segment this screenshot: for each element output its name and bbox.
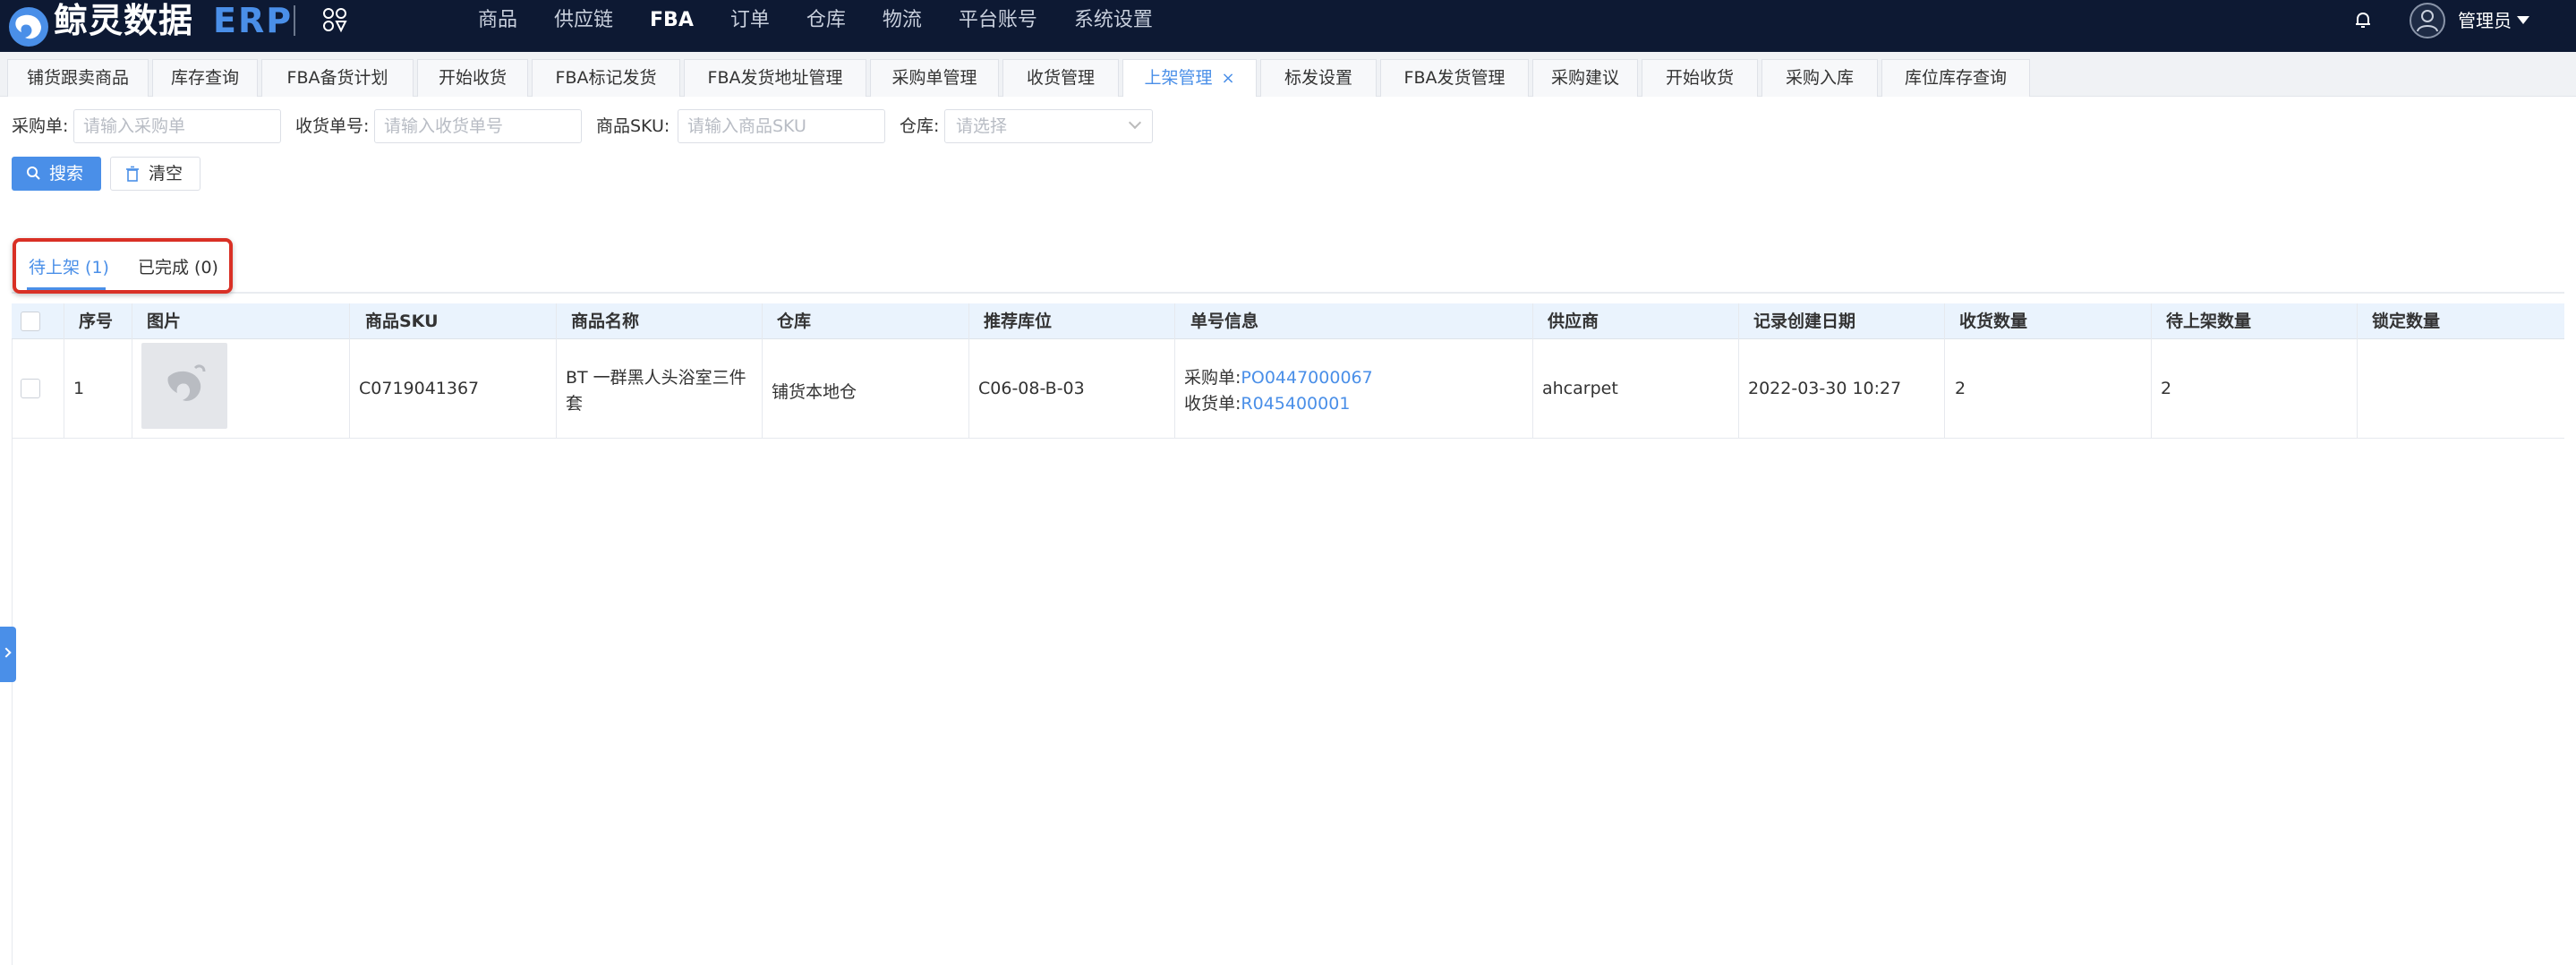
receipt-label: 收货单号:	[295, 116, 370, 136]
search-icon	[27, 167, 40, 180]
row-product-name-line1: BT 一群黑人头浴室三件	[566, 368, 746, 388]
po-input[interactable]	[73, 109, 281, 143]
table-row: 1 C0719041367 BT 一群黑人头浴室三件 套 铺货本地仓 C06-0…	[12, 339, 2564, 439]
tab-label-settings[interactable]: 标发设置	[1260, 59, 1377, 97]
clear-button-label: 清空	[149, 164, 183, 184]
sidebar-toggle[interactable]	[0, 627, 16, 682]
product-image-placeholder	[141, 343, 227, 429]
search-button[interactable]: 搜索	[12, 157, 101, 191]
po-label: 采购单:	[12, 116, 69, 136]
receipt-input[interactable]	[374, 109, 582, 143]
clear-button[interactable]: 清空	[110, 157, 200, 191]
tab-fba-address-mgmt[interactable]: FBA发货地址管理	[684, 59, 866, 97]
user-name[interactable]: 管理员	[2458, 0, 2512, 41]
col-index: 序号	[79, 312, 114, 331]
tab-inventory-query[interactable]: 库存查询	[152, 59, 258, 97]
tab-purchase-suggestions[interactable]: 采购建议	[1532, 59, 1638, 97]
row-product-name-line2: 套	[566, 394, 584, 414]
nav-item-orders[interactable]: 订单	[730, 0, 770, 41]
row-checkbox[interactable]	[21, 379, 40, 398]
main-nav: 商品 供应链 FBA 订单 仓库 物流 平台账号 系统设置	[478, 0, 1190, 41]
tab-location-inventory[interactable]: 库位库存查询	[1881, 59, 2030, 97]
top-navbar: 鲸灵数据 ERP 商品 供应链 FBA 订单 仓库 物流 平台账号 系统设置 管…	[0, 0, 2576, 52]
row-created-date: 2022-03-30 10:27	[1748, 379, 1902, 398]
nav-item-products[interactable]: 商品	[478, 0, 517, 41]
apps-icon[interactable]	[320, 5, 349, 34]
row-pending-qty: 2	[2161, 379, 2172, 398]
tab-po-mgmt[interactable]: 采购单管理	[870, 59, 999, 97]
chevron-right-icon	[1, 647, 12, 658]
logo-text: 鲸灵数据	[54, 1, 194, 40]
col-pending-qty: 待上架数量	[2166, 312, 2252, 331]
chevron-down-icon	[1128, 115, 1142, 130]
row-recommended-location: C06-08-B-03	[978, 379, 1085, 398]
nav-item-system-settings[interactable]: 系统设置	[1074, 0, 1153, 41]
tab-start-receiving-2[interactable]: 开始收货	[1642, 59, 1758, 97]
tab-putaway-label: 上架管理	[1144, 68, 1213, 88]
page-tabs-bar: 铺货跟卖商品 库存查询 FBA备货计划 开始收货 FBA标记发货 FBA发货地址…	[0, 52, 2576, 97]
table-header: 序号 图片 商品SKU 商品名称 仓库 推荐库位 单号信息 供应商 记录创建日期…	[12, 303, 2564, 339]
col-received-qty: 收货数量	[1959, 312, 2028, 331]
image-placeholder-icon	[167, 364, 206, 401]
col-recommended-location: 推荐库位	[984, 312, 1053, 331]
row-po-info: 采购单:PO0447000067	[1184, 364, 1373, 389]
row-supplier: ahcarpet	[1542, 379, 1618, 398]
tab-receiving-mgmt[interactable]: 收货管理	[1002, 59, 1119, 97]
row-receipt-label: 收货单:	[1184, 394, 1241, 414]
sku-input[interactable]	[678, 109, 885, 143]
logo-whale-icon	[9, 7, 48, 47]
nav-item-warehouse[interactable]: 仓库	[806, 0, 846, 41]
nav-item-logistics[interactable]: 物流	[883, 0, 922, 41]
row-po-label: 采购单:	[1184, 368, 1241, 388]
tab-fba-stock-plan[interactable]: FBA备货计划	[261, 59, 414, 97]
sku-label: 商品SKU:	[596, 116, 670, 136]
receipt-number-link[interactable]: R045400001	[1241, 394, 1350, 414]
col-warehouse: 仓库	[777, 312, 812, 331]
row-received-qty: 2	[1955, 379, 1966, 398]
tab-putaway-mgmt[interactable]: 上架管理 ×	[1122, 59, 1257, 97]
tab-purchase-inbound[interactable]: 采购入库	[1761, 59, 1878, 97]
col-order-info: 单号信息	[1190, 312, 1259, 331]
warehouse-select-placeholder: 请选择	[956, 116, 1008, 136]
col-created-date: 记录创建日期	[1753, 312, 1856, 331]
col-product-name: 商品名称	[571, 312, 640, 331]
trash-icon	[126, 166, 139, 182]
highlight-box	[13, 238, 233, 294]
tab-start-receiving[interactable]: 开始收货	[417, 59, 528, 97]
col-sku: 商品SKU	[365, 312, 439, 331]
row-warehouse: 铺货本地仓	[772, 382, 857, 402]
warehouse-label: 仓库:	[900, 116, 940, 136]
col-locked-qty: 锁定数量	[2372, 312, 2441, 331]
tab-fba-shipment-mgmt[interactable]: FBA发货管理	[1380, 59, 1529, 97]
nav-item-supply-chain[interactable]: 供应链	[554, 0, 613, 41]
close-icon[interactable]: ×	[1221, 69, 1234, 88]
nav-item-platform-accounts[interactable]: 平台账号	[959, 0, 1037, 41]
logo-divider	[294, 5, 295, 36]
chevron-down-icon[interactable]	[2517, 16, 2529, 24]
select-all-checkbox[interactable]	[21, 312, 40, 331]
nav-item-fba[interactable]: FBA	[650, 0, 694, 41]
row-receipt-info: 收货单:R045400001	[1184, 390, 1350, 414]
po-number-link[interactable]: PO0447000067	[1241, 368, 1372, 388]
search-button-label: 搜索	[49, 164, 84, 184]
row-index: 1	[73, 379, 85, 398]
logo-erp: ERP	[213, 1, 294, 40]
tab-distributed-products[interactable]: 铺货跟卖商品	[7, 59, 149, 97]
bell-icon[interactable]	[2352, 9, 2374, 30]
user-avatar-icon[interactable]	[2410, 3, 2445, 38]
row-sku: C0719041367	[359, 379, 480, 398]
col-image: 图片	[147, 312, 182, 331]
warehouse-select[interactable]: 请选择	[944, 109, 1153, 143]
status-tabs-divider	[12, 292, 2564, 294]
tab-fba-mark-shipped[interactable]: FBA标记发货	[532, 59, 680, 97]
col-supplier: 供应商	[1548, 312, 1599, 331]
